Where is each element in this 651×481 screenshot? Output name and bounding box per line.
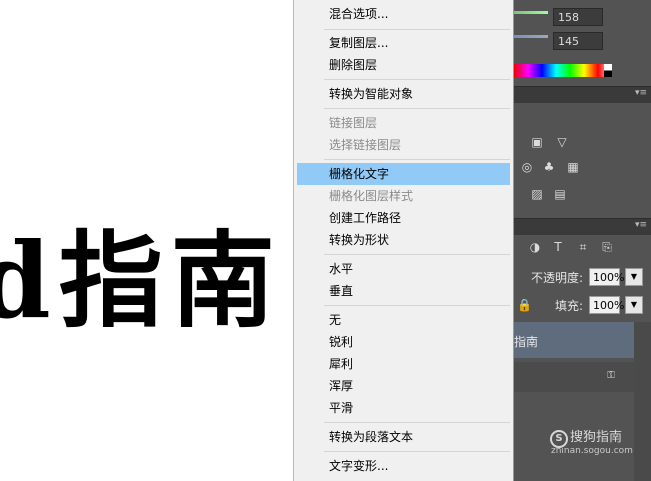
- menu-item-antialias-sharp[interactable]: 锐利: [294, 331, 513, 353]
- menu-item-blending-options[interactable]: 混合选项...: [294, 3, 513, 25]
- shape-filter-icon[interactable]: ⌗: [576, 240, 590, 254]
- context-menu: 混合选项... 复制图层... 删除图层 转换为智能对象 链接图层 选择链接图层…: [293, 0, 514, 481]
- menu-separator: [324, 29, 510, 30]
- layer-name: 指南: [514, 335, 539, 349]
- menu-item-vertical[interactable]: 垂直: [294, 280, 513, 302]
- invert-icon[interactable]: ▨: [530, 187, 544, 201]
- menu-item-antialias-none[interactable]: 无: [294, 309, 513, 331]
- panel-menu-icon[interactable]: ▾≡: [635, 88, 647, 98]
- menu-item-convert-paragraph-text[interactable]: 转换为段落文本: [294, 426, 513, 448]
- smart-object-filter-icon[interactable]: ⎘: [600, 240, 614, 254]
- black-white-swatch[interactable]: [604, 64, 612, 77]
- menu-separator: [324, 159, 510, 160]
- lock-all-icon[interactable]: 🔒: [517, 298, 532, 312]
- color-spectrum[interactable]: [514, 64, 612, 77]
- menu-separator: [324, 422, 510, 423]
- menu-item-delete-layer[interactable]: 删除图层: [294, 54, 513, 76]
- layer-row-text[interactable]: 指南: [514, 322, 634, 358]
- layers-menu-icon[interactable]: ▾≡: [635, 220, 647, 230]
- opacity-label: 不透明度:: [531, 271, 584, 285]
- menu-item-antialias-smooth[interactable]: 平滑: [294, 397, 513, 419]
- watermark-brand: 搜狗指南: [570, 430, 623, 445]
- opacity-dropdown-icon[interactable]: ▼: [625, 268, 643, 286]
- menu-item-create-work-path[interactable]: 创建工作路径: [294, 207, 513, 229]
- menu-item-rasterize-layer-style: 栅格化图层样式: [329, 189, 414, 203]
- canvas-text-layer: d指南: [0, 219, 283, 342]
- layers-panel-header: ▾≡: [514, 218, 651, 235]
- sogou-watermark: S 搜狗指南: [550, 426, 622, 448]
- color-lookup-icon[interactable]: ♣: [542, 160, 556, 174]
- menu-separator: [324, 254, 510, 255]
- blue-value-field[interactable]: 145: [553, 32, 603, 50]
- menu-separator: [324, 451, 510, 452]
- watermark-url: zhinan.sogou.com: [551, 446, 633, 456]
- fill-label: 填充:: [555, 299, 584, 313]
- layer-row-background[interactable]: ⚿: [514, 362, 634, 392]
- menu-item-convert-to-shape[interactable]: 转换为形状: [294, 229, 513, 251]
- menu-item-convert-smart-object[interactable]: 转换为智能对象: [294, 83, 513, 105]
- menu-item-warp-text[interactable]: 文字变形...: [294, 455, 513, 477]
- menu-item-select-linked-layers: 选择链接图层: [329, 138, 402, 152]
- type-filter-icon[interactable]: T: [551, 240, 565, 254]
- menu-separator: [324, 108, 510, 109]
- fill-field[interactable]: 100%: [589, 296, 624, 314]
- gradient-map-icon[interactable]: ▣: [530, 135, 544, 149]
- adjustments-panel-header: ▾≡: [514, 86, 651, 103]
- menu-item-duplicate-layer[interactable]: 复制图层...: [294, 32, 513, 54]
- opacity-field[interactable]: 100%: [589, 268, 624, 286]
- menu-item-antialias-crisp[interactable]: 犀利: [294, 353, 513, 375]
- channel-mixer-icon[interactable]: ◎: [520, 160, 534, 174]
- green-value-field[interactable]: 158: [553, 8, 603, 26]
- menu-item-antialias-strong[interactable]: 浑厚: [294, 375, 513, 397]
- fill-dropdown-icon[interactable]: ▼: [625, 296, 643, 314]
- layers-scrollbar[interactable]: [634, 322, 651, 481]
- menu-item-rasterize-type[interactable]: 栅格化文字: [297, 163, 510, 185]
- threshold-icon[interactable]: ▤: [553, 187, 567, 201]
- lock-icon: ⚿: [607, 370, 615, 381]
- menu-separator: [324, 305, 510, 306]
- blue-slider[interactable]: [514, 35, 548, 38]
- triangle-icon[interactable]: ▽: [555, 135, 569, 149]
- menu-item-horizontal[interactable]: 水平: [294, 258, 513, 280]
- menu-separator: [324, 79, 510, 80]
- menu-item-link-layers: 链接图层: [329, 116, 378, 130]
- adjustment-filter-icon[interactable]: ◑: [528, 240, 542, 254]
- grid-icon[interactable]: ▦: [566, 160, 580, 174]
- green-slider[interactable]: [514, 11, 548, 14]
